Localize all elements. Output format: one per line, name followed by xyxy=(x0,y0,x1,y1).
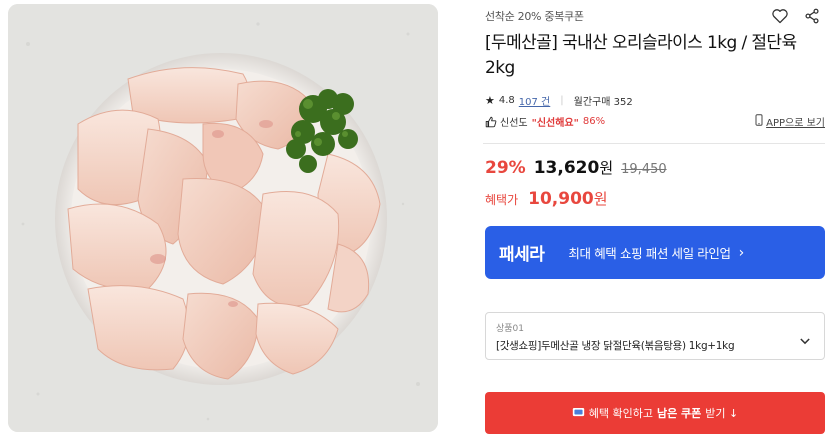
coupon-download-button[interactable]: 혜택 확인하고 남은 쿠폰 받기 ↓ xyxy=(485,392,825,434)
benefit-price-row: 혜택가 10,900원 xyxy=(485,188,608,209)
sale-price-value: 13,620 xyxy=(533,158,600,178)
mobile-icon xyxy=(755,114,763,129)
product-title: [두메산골] 국내산 오리슬라이스 1kg / 절단육 2kg xyxy=(485,33,797,78)
chevron-right-icon: › xyxy=(738,244,745,261)
monthly-sales: 월간구매 352 xyxy=(573,97,633,108)
rating-row: ★ 4.8 107 건 | 월간구매 352 xyxy=(485,93,633,108)
sale-price: 13,620원 xyxy=(534,157,613,178)
rating-value: 4.8 xyxy=(498,95,515,106)
option-label: 상품01 xyxy=(496,324,525,334)
benefit-price: 10,900원 xyxy=(528,188,607,209)
benefit-label: 혜택가 xyxy=(485,193,519,207)
cta-text-pre: 혜택 확인하고 xyxy=(588,407,653,420)
promo-banner[interactable]: 패세라 최대 혜택 쇼핑 패션 세일 라인업 › xyxy=(485,226,825,279)
app-view-link[interactable]: APP으로 보기 xyxy=(755,114,825,129)
cta-text-bold: 남은 쿠폰 xyxy=(656,407,702,420)
divider: | xyxy=(560,95,564,106)
cta-text-post: 받기 ↓ xyxy=(705,407,739,420)
option-select[interactable]: 상품01 [갓생쇼핑]두메산골 냉장 닭절단육(볶음탕용) 1kg+1kg xyxy=(485,312,825,360)
review-count-link[interactable]: 107 건 xyxy=(519,93,550,108)
freshness-row: 신선도 "신선해요" 86% APP으로 보기 xyxy=(485,114,825,129)
freshness-percent: 86% xyxy=(582,116,606,127)
discount-rate: 29% xyxy=(485,158,526,178)
product-image xyxy=(8,4,438,432)
freshness-label: 신선도 xyxy=(500,118,528,129)
banner-text: 최대 혜택 쇼핑 패션 세일 라인업 xyxy=(568,246,731,261)
currency-unit: 원 xyxy=(599,159,614,177)
price-row: 29% 13,620원 19,450 xyxy=(485,157,667,178)
banner-brand: 패세라 xyxy=(499,245,545,265)
app-view-label: APP으로 보기 xyxy=(766,118,825,129)
section-divider xyxy=(483,143,825,144)
coupon-icon xyxy=(572,407,585,420)
star-icon: ★ xyxy=(485,94,495,107)
benefit-price-value: 10,900 xyxy=(528,189,594,209)
currency-unit: 원 xyxy=(593,190,608,208)
product-info-panel: 선착순 20% 중복쿠폰 [두메산골] 국내산 오리슬라이스 1kg / 절단육… xyxy=(483,0,835,441)
original-price: 19,450 xyxy=(621,162,667,177)
heart-icon[interactable] xyxy=(769,5,791,27)
chevron-down-icon xyxy=(800,330,810,349)
thumbs-up-icon xyxy=(485,116,497,128)
freshness-quote: "신선해요" xyxy=(531,118,579,129)
coupon-tag: 선착순 20% 중복쿠폰 xyxy=(485,10,584,23)
top-actions xyxy=(769,5,823,27)
share-icon[interactable] xyxy=(801,5,823,27)
option-value: [갓생쇼핑]두메산골 냉장 닭절단육(볶음탕용) 1kg+1kg xyxy=(496,340,735,352)
